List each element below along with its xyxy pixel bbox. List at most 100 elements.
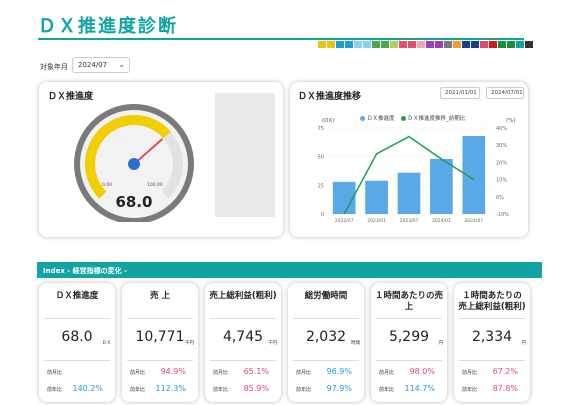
palette-swatch	[345, 41, 353, 48]
x-tick-label: 2024/07	[464, 218, 483, 224]
kpi-card: 総労働時間 2,032 時間 前月比 96.9% 前年比 97.9%	[288, 283, 364, 402]
color-palette-strip	[318, 41, 534, 48]
kpi-yoy-label: 前年比	[379, 387, 395, 393]
kpi-yoy-value: 87.8%	[492, 384, 518, 393]
kpi-card: １時間あたりの 売上総利益(粗利) 2,334 円 前月比 67.2% 前年比 …	[454, 283, 530, 402]
page-title: ＤＸ推進度診断	[38, 16, 178, 37]
kpi-mom-value: 67.2%	[492, 367, 518, 376]
kpi-mom-label: 前月比	[130, 370, 146, 376]
palette-swatch	[354, 41, 362, 48]
kpi-unit: ＤＸ	[102, 341, 111, 346]
x-tick-label: 2023/07	[400, 218, 419, 224]
kpi-mom-value: 98.0%	[409, 367, 435, 376]
period-label: 対象年月	[40, 63, 68, 71]
palette-swatch	[336, 41, 344, 48]
trend-title: ＤＸ推進度推移	[298, 92, 362, 102]
kpi-yoy-value: 114.7%	[404, 384, 435, 393]
bar-dx	[397, 172, 421, 214]
palette-swatch	[390, 41, 398, 48]
index-section-header: Index ‐ 経営指標の変化 -	[37, 262, 542, 278]
kpi-mom-value: 94.9%	[160, 367, 186, 376]
period-dropdown[interactable]: 2024/07 ⌄	[72, 57, 130, 73]
dx-trend-chart: (DX) (%) 0 25 50 75 -10% 0% 10% 20% 30% 40% 2022/0…	[318, 118, 516, 224]
kpi-mom-label: 前月比	[462, 370, 478, 376]
kpi-mom-label: 前月比	[213, 370, 229, 376]
gauge-max-label: 100.00	[147, 183, 163, 188]
kpi-unit: 千円	[185, 341, 194, 346]
right-tick-label: 20%	[496, 160, 507, 166]
left-axis-unit: (DX)	[322, 118, 334, 124]
palette-swatch	[444, 41, 452, 48]
palette-swatch	[408, 41, 416, 48]
palette-swatch	[318, 41, 326, 48]
right-axis-unit: (%)	[506, 118, 516, 124]
palette-swatch	[372, 41, 380, 48]
kpi-mom-label: 前月比	[296, 370, 312, 376]
palette-swatch	[516, 41, 524, 48]
kpi-yoy-value: 97.9%	[326, 384, 352, 393]
left-tick-label: 75	[318, 126, 324, 132]
palette-swatch	[327, 41, 335, 48]
palette-swatch	[489, 41, 497, 48]
kpi-yoy-label: 前年比	[213, 387, 229, 393]
right-tick-label: 0%	[496, 195, 504, 201]
palette-swatch	[381, 41, 389, 48]
palette-swatch	[426, 41, 434, 48]
x-tick-label: 2023/01	[367, 218, 386, 224]
kpi-unit: 千円	[268, 341, 277, 346]
x-tick-label: 2022/07	[335, 218, 354, 224]
kpi-card: 売 上 10,771 千円 前月比 94.9% 前年比 112.3%	[122, 283, 198, 402]
bar-dx	[430, 158, 453, 214]
kpi-yoy-value: 140.2%	[72, 384, 103, 393]
palette-swatch	[471, 41, 479, 48]
palette-swatch	[507, 41, 515, 48]
gauge-note	[215, 93, 275, 217]
palette-swatch	[363, 41, 371, 48]
kpi-yoy-label: 前年比	[47, 387, 63, 393]
gauge-hub	[128, 158, 140, 170]
kpi-title: 総労働時間	[304, 291, 348, 301]
kpi-title: １時間あたりの売上	[374, 291, 443, 313]
period-value: 2024/07	[78, 61, 108, 69]
palette-swatch	[435, 41, 443, 48]
kpi-yoy-value: 85.9%	[243, 384, 269, 393]
date-to-input[interactable]: 2024/07/01	[486, 87, 524, 99]
right-tick-label: 40%	[496, 126, 507, 132]
palette-swatch	[462, 41, 470, 48]
right-tick-label: 10%	[496, 178, 507, 184]
palette-swatch	[417, 41, 425, 48]
bar-dx	[365, 180, 388, 214]
kpi-card: ＤＸ推進度 68.0 ＤＸ 前月比 前年比 140.2%	[39, 283, 115, 402]
gauge-title: ＤＸ推進度	[48, 92, 94, 102]
right-tick-label: -10%	[496, 212, 509, 218]
kpi-mom-label: 前月比	[47, 370, 63, 376]
kpi-title: 売上総利益(粗利)	[209, 291, 277, 301]
kpi-title: １時間あたりの 売上総利益(粗利)	[458, 291, 526, 313]
palette-swatch	[399, 41, 407, 48]
kpi-mom-label: 前月比	[379, 370, 395, 376]
kpi-unit: 円	[438, 341, 444, 346]
gauge-value: 68.0	[115, 193, 153, 211]
kpi-title: ＤＸ推進度	[55, 291, 99, 301]
x-tick-label: 2024/01	[432, 218, 451, 224]
kpi-yoy-value: 112.3%	[155, 384, 186, 393]
left-tick-label: 0	[321, 212, 324, 218]
title-divider	[38, 38, 524, 40]
left-tick-label: 50	[318, 155, 324, 161]
kpi-unit: 円	[521, 341, 527, 346]
kpi-card: 売上総利益(粗利) 4,745 千円 前月比 65.1% 前年比 85.9%	[205, 283, 281, 402]
kpi-card: １時間あたりの売上 5,299 円 前月比 98.0% 前年比 114.7%	[371, 283, 447, 402]
kpi-title: 売 上	[150, 291, 170, 301]
kpi-value: 5,299	[388, 329, 430, 345]
chevron-down-icon: ⌄	[118, 60, 125, 69]
kpi-yoy-label: 前年比	[296, 387, 312, 393]
palette-swatch	[525, 41, 533, 48]
kpi-mom-value: 96.9%	[326, 367, 352, 376]
palette-swatch	[453, 41, 461, 48]
date-from-input[interactable]: 2021/01/01	[440, 87, 480, 99]
right-tick-label: 30%	[496, 143, 507, 149]
left-tick-label: 25	[318, 183, 324, 189]
kpi-value: 2,334	[471, 329, 513, 345]
kpi-yoy-label: 前年比	[462, 387, 478, 393]
kpi-mom-value: 65.1%	[243, 367, 269, 376]
